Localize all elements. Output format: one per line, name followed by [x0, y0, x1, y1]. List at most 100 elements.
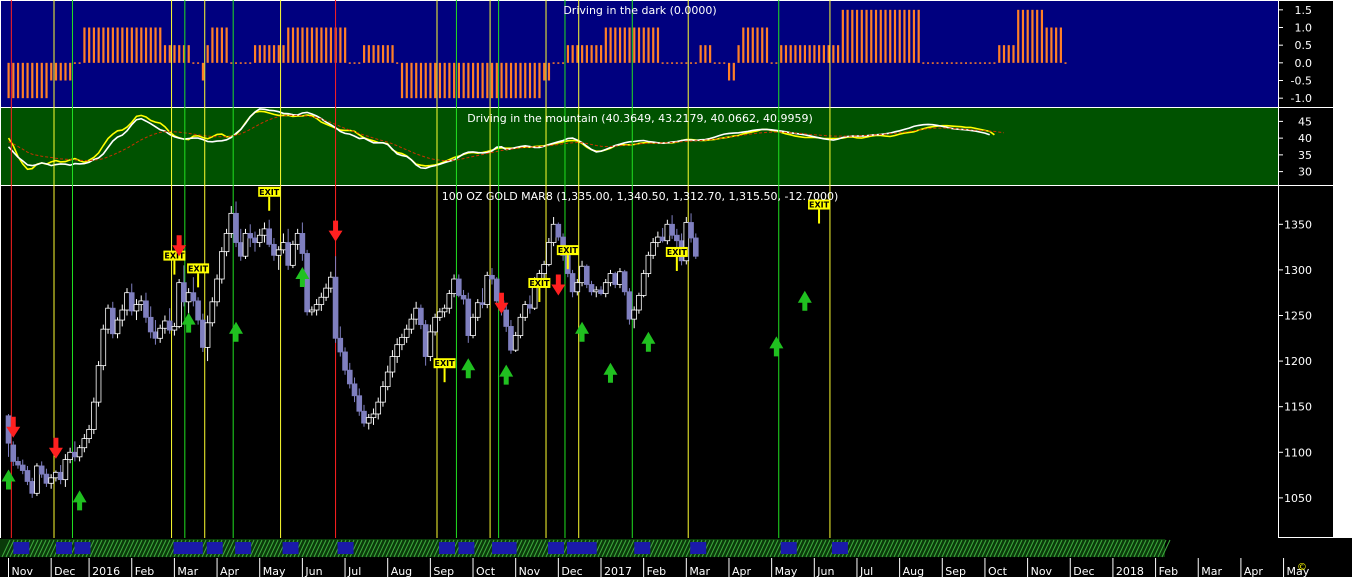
- x-tick-label: Apr: [1244, 565, 1264, 577]
- dark-bar: [528, 62, 532, 99]
- price-panel: [1, 186, 1278, 538]
- dark-bar: [320, 27, 323, 63]
- dark-bar: [699, 45, 702, 63]
- dark-bar: [88, 27, 91, 63]
- candle-body: [541, 264, 547, 274]
- dark-bar: [1012, 45, 1015, 63]
- x-tick-label: Jul: [347, 565, 361, 577]
- candle-body: [313, 304, 320, 311]
- candle-body: [446, 293, 453, 309]
- candle-body: [484, 274, 491, 305]
- candle-body: [181, 282, 187, 303]
- dark-bar: [789, 45, 792, 63]
- candle-body: [105, 307, 111, 330]
- driving-mountain-title: Driving in the mountain (40.3649, 43.217…: [467, 112, 813, 125]
- dark-bar: [386, 45, 389, 63]
- dark-bar: [642, 27, 645, 63]
- candle-body: [171, 326, 178, 331]
- dark-bar: [325, 27, 328, 63]
- x-tick-label: May: [263, 565, 286, 577]
- dark-bar: [903, 9, 906, 63]
- candle-body: [233, 212, 239, 243]
- candle-body: [143, 300, 149, 318]
- dark-bar: [998, 45, 1001, 63]
- candle-body: [223, 233, 230, 253]
- dark-bar: [306, 27, 309, 63]
- dark-bar: [126, 27, 129, 63]
- candle-body: [384, 371, 391, 388]
- exit-label-text: EXIT: [667, 248, 688, 257]
- candle-body: [147, 316, 154, 333]
- dark-bar: [400, 62, 404, 99]
- stripe-marker: [690, 542, 707, 554]
- dark-bar: [97, 27, 100, 63]
- dark-bar: [813, 45, 816, 63]
- x-tick-label: Dec: [561, 565, 582, 577]
- dark-bar: [931, 62, 934, 64]
- dark-bar: [211, 27, 214, 63]
- candle-body: [346, 369, 353, 385]
- candle-body: [299, 233, 306, 254]
- dark-bar: [448, 62, 451, 99]
- dark-bar: [1036, 9, 1039, 63]
- dark-bar: [600, 45, 603, 63]
- dark-bar: [457, 62, 460, 99]
- candle-body: [640, 273, 647, 296]
- candle-body: [546, 242, 552, 265]
- stripe-marker: [186, 542, 203, 554]
- dark-bar: [173, 45, 176, 63]
- dark-bar: [756, 27, 759, 63]
- candle-body: [119, 309, 126, 321]
- dark-bar: [1002, 45, 1006, 63]
- dark-bar: [21, 62, 24, 99]
- copyright-icon: ©: [1297, 562, 1307, 573]
- dark-bar: [92, 27, 96, 63]
- candle-body: [86, 429, 92, 440]
- dark-bar: [344, 27, 347, 63]
- candle-body: [380, 386, 386, 403]
- x-tick-label: Jul: [859, 565, 873, 577]
- candle-body: [489, 274, 495, 280]
- dark-bar: [780, 45, 783, 63]
- dark-bar: [121, 27, 124, 63]
- dark-bar: [272, 45, 276, 63]
- x-tick-label: Feb: [1159, 565, 1178, 577]
- dark-bar: [808, 45, 811, 63]
- y-tick-label: 40: [1298, 132, 1312, 145]
- dark-bar: [547, 62, 551, 81]
- candle-body: [256, 234, 263, 243]
- dark-bar: [509, 62, 513, 99]
- candle-body: [204, 322, 211, 348]
- dark-bar: [799, 45, 802, 63]
- dark-bar: [78, 62, 81, 64]
- dark-bar: [187, 45, 190, 63]
- candle-body: [304, 253, 310, 313]
- x-tick-label: Nov: [12, 565, 34, 577]
- dark-bar: [206, 45, 209, 63]
- dark-bar: [846, 9, 849, 63]
- x-tick-label: Dec: [1073, 565, 1094, 577]
- dark-bar: [1050, 27, 1053, 63]
- exit-label-text: EXIT: [558, 246, 579, 255]
- dark-bar: [1021, 9, 1025, 63]
- candle-body: [252, 237, 258, 243]
- candle-body: [29, 481, 35, 494]
- stripe-marker: [438, 542, 455, 554]
- dark-bar: [472, 62, 475, 99]
- candle-body: [128, 292, 135, 312]
- dark-bar: [955, 62, 958, 64]
- dark-bar: [253, 45, 257, 63]
- x-tick-label: Aug: [903, 565, 924, 577]
- stripe-marker: [500, 542, 517, 554]
- candle-body: [114, 319, 121, 335]
- candle-body: [645, 254, 652, 274]
- dark-bar: [216, 27, 219, 63]
- candle-body: [323, 287, 329, 298]
- dark-bar: [481, 62, 484, 99]
- candle-body: [133, 304, 140, 312]
- dark-bar: [818, 45, 821, 63]
- dark-bar: [614, 27, 617, 63]
- candle-body: [522, 304, 528, 318]
- candle-body: [166, 320, 173, 331]
- dark-bar: [562, 62, 565, 64]
